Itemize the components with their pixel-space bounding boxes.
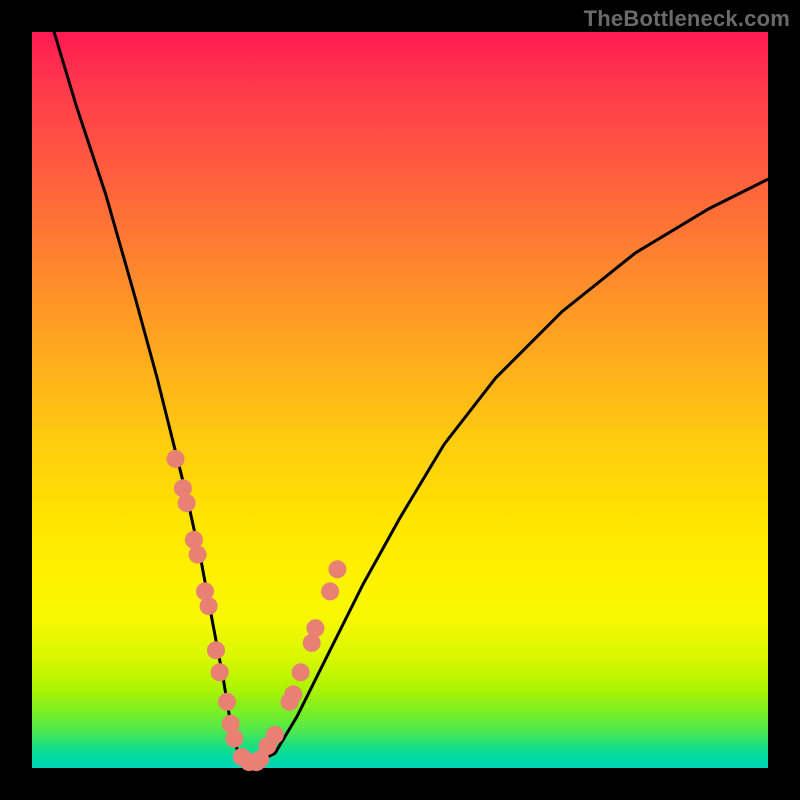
data-point (211, 663, 229, 681)
marker-group (167, 450, 347, 771)
chart-svg (32, 32, 768, 768)
data-point (306, 619, 324, 637)
watermark-text: TheBottleneck.com (584, 6, 790, 32)
data-point (200, 597, 218, 615)
data-point (189, 546, 207, 564)
data-point (328, 560, 346, 578)
bottleneck-curve (54, 32, 768, 764)
data-point (218, 693, 236, 711)
data-point (266, 726, 284, 744)
data-point (292, 663, 310, 681)
plot-area (32, 32, 768, 768)
data-point (225, 730, 243, 748)
data-point (321, 582, 339, 600)
data-point (284, 685, 302, 703)
data-point (178, 494, 196, 512)
data-point (167, 450, 185, 468)
chart-frame: TheBottleneck.com (0, 0, 800, 800)
data-point (207, 641, 225, 659)
